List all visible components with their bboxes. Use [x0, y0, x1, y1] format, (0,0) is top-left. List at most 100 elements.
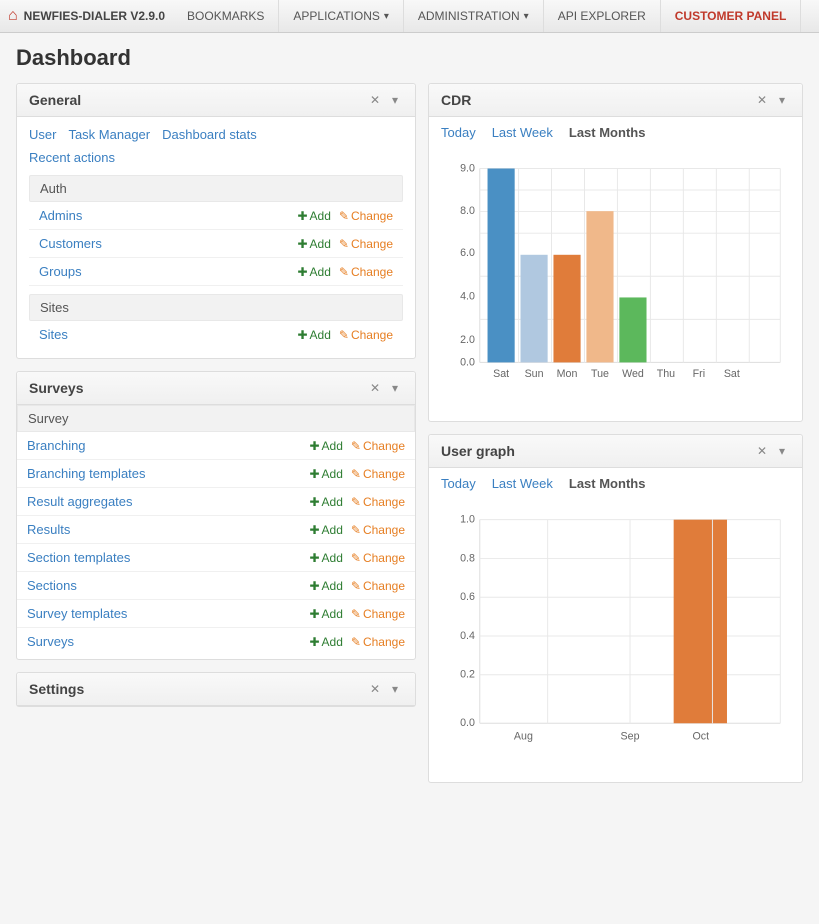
surveys-change-button[interactable]: ✎ Change — [351, 635, 405, 649]
item-survey-templates[interactable]: Survey templates — [27, 606, 127, 621]
home-icon: ⌂ — [8, 7, 18, 25]
nav-tab-applications[interactable]: APPLICATIONS ▾ — [279, 0, 404, 32]
usergraph-bar-oct — [674, 520, 727, 724]
plus-icon: ✚ — [309, 495, 319, 509]
cdr-chart-area: 9.0 8.0 6.0 4.0 2.0 0.0 — [429, 140, 802, 421]
item-groups[interactable]: Groups — [39, 264, 82, 279]
groups-change-button[interactable]: ✎ Change — [339, 265, 393, 279]
sections-change-button[interactable]: ✎ Change — [351, 579, 405, 593]
svg-text:2.0: 2.0 — [460, 334, 475, 346]
table-row: Sections ✚ Add ✎ Change — [17, 572, 415, 600]
plus-icon: ✚ — [297, 209, 307, 223]
settings-panel-header: Settings ✕ ▾ — [17, 673, 415, 706]
results-change-button[interactable]: ✎ Change — [351, 523, 405, 537]
general-panel-header: General ✕ ▾ — [17, 84, 415, 117]
item-sections[interactable]: Sections — [27, 578, 77, 593]
usergraph-panel: User graph ✕ ▾ Today Last Week Last Mont… — [428, 434, 803, 783]
page-content: Dashboard General ✕ ▾ User Task Manager — [0, 33, 819, 807]
general-link-recent-actions[interactable]: Recent actions — [29, 150, 115, 165]
branching-templates-actions: ✚ Add ✎ Change — [309, 467, 405, 481]
item-result-aggregates[interactable]: Result aggregates — [27, 494, 133, 509]
cdr-chart-svg: 9.0 8.0 6.0 4.0 2.0 0.0 — [441, 150, 790, 410]
nav-tab-customer-panel[interactable]: CUSTOMER PANEL — [661, 0, 802, 32]
svg-text:Tue: Tue — [591, 368, 609, 380]
nav-tab-bookmarks[interactable]: BOOKMARKS — [173, 0, 279, 32]
item-sites[interactable]: Sites — [39, 327, 68, 342]
surveys-panel-collapse[interactable]: ▾ — [387, 380, 403, 396]
surveys-add-button[interactable]: ✚ Add — [309, 635, 342, 649]
nav-tab-administration[interactable]: ADMINISTRATION ▾ — [404, 0, 544, 32]
usergraph-tab-last-week[interactable]: Last Week — [492, 476, 553, 491]
customers-add-button[interactable]: ✚ Add — [297, 237, 330, 251]
survey-templates-add-button[interactable]: ✚ Add — [309, 607, 342, 621]
item-results[interactable]: Results — [27, 522, 70, 537]
result-aggregates-add-button[interactable]: ✚ Add — [309, 495, 342, 509]
table-row: Sites ✚ Add ✎ Change — [29, 321, 403, 348]
table-row: Customers ✚ Add ✎ Change — [29, 230, 403, 258]
svg-text:0.6: 0.6 — [460, 591, 475, 603]
surveys-panel-header: Surveys ✕ ▾ — [17, 372, 415, 405]
item-customers[interactable]: Customers — [39, 236, 102, 251]
cdr-bar-wed — [619, 297, 646, 362]
results-add-button[interactable]: ✚ Add — [309, 523, 342, 537]
general-panel-collapse[interactable]: ▾ — [387, 92, 403, 108]
admins-change-button[interactable]: ✎ Change — [339, 209, 393, 223]
admins-add-button[interactable]: ✚ Add — [297, 209, 330, 223]
cdr-bar-sat1 — [488, 169, 515, 363]
sites-change-button[interactable]: ✎ Change — [339, 328, 393, 342]
cdr-panel: CDR ✕ ▾ Today Last Week Last Months — [428, 83, 803, 422]
section-survey-header: Survey — [17, 405, 415, 432]
usergraph-tab-today[interactable]: Today — [441, 476, 476, 491]
survey-templates-change-button[interactable]: ✎ Change — [351, 607, 405, 621]
sections-add-button[interactable]: ✚ Add — [309, 579, 342, 593]
cdr-panel-close[interactable]: ✕ — [754, 92, 770, 108]
cdr-panel-collapse[interactable]: ▾ — [774, 92, 790, 108]
usergraph-chart-svg: 1.0 0.8 0.6 0.4 0.2 0.0 — [441, 501, 790, 771]
edit-icon: ✎ — [351, 467, 361, 481]
general-link-task-manager[interactable]: Task Manager — [68, 127, 150, 142]
section-templates-add-button[interactable]: ✚ Add — [309, 551, 342, 565]
cdr-tab-last-months[interactable]: Last Months — [569, 125, 646, 140]
brand-logo[interactable]: ⌂ NEWFIES-DIALER V2.9.0 — [8, 7, 165, 25]
usergraph-chart-tabs: Today Last Week Last Months — [429, 468, 802, 491]
svg-text:Sun: Sun — [525, 368, 544, 380]
usergraph-chart-area: 1.0 0.8 0.6 0.4 0.2 0.0 — [429, 491, 802, 782]
usergraph-panel-close[interactable]: ✕ — [754, 443, 770, 459]
groups-add-button[interactable]: ✚ Add — [297, 265, 330, 279]
result-aggregates-change-button[interactable]: ✎ Change — [351, 495, 405, 509]
sites-add-button[interactable]: ✚ Add — [297, 328, 330, 342]
edit-icon: ✎ — [339, 265, 349, 279]
svg-text:Mon: Mon — [557, 368, 578, 380]
main-layout: General ✕ ▾ User Task Manager Dashboard … — [16, 83, 803, 795]
item-branching[interactable]: Branching — [27, 438, 86, 453]
cdr-tab-last-week[interactable]: Last Week — [492, 125, 553, 140]
edit-icon: ✎ — [351, 523, 361, 537]
surveys-panel-controls: ✕ ▾ — [367, 380, 403, 396]
item-branching-templates[interactable]: Branching templates — [27, 466, 146, 481]
customers-change-button[interactable]: ✎ Change — [339, 237, 393, 251]
section-templates-change-button[interactable]: ✎ Change — [351, 551, 405, 565]
cdr-tab-today[interactable]: Today — [441, 125, 476, 140]
item-section-templates[interactable]: Section templates — [27, 550, 130, 565]
branching-templates-change-button[interactable]: ✎ Change — [351, 467, 405, 481]
edit-icon: ✎ — [339, 209, 349, 223]
surveys-panel-close[interactable]: ✕ — [367, 380, 383, 396]
svg-text:Oct: Oct — [693, 731, 710, 743]
usergraph-panel-collapse[interactable]: ▾ — [774, 443, 790, 459]
branching-templates-add-button[interactable]: ✚ Add — [309, 467, 342, 481]
general-panel-close[interactable]: ✕ — [367, 92, 383, 108]
svg-text:4.0: 4.0 — [460, 290, 475, 302]
item-admins[interactable]: Admins — [39, 208, 82, 223]
item-surveys[interactable]: Surveys — [27, 634, 74, 649]
settings-panel-close[interactable]: ✕ — [367, 681, 383, 697]
usergraph-tab-last-months[interactable]: Last Months — [569, 476, 646, 491]
settings-panel-collapse[interactable]: ▾ — [387, 681, 403, 697]
branching-add-button[interactable]: ✚ Add — [309, 439, 342, 453]
nav-tab-api-explorer[interactable]: API EXPLORER — [544, 0, 661, 32]
svg-text:1.0: 1.0 — [460, 514, 475, 526]
general-link-user[interactable]: User — [29, 127, 56, 142]
chevron-down-icon: ▾ — [524, 11, 529, 22]
general-link-dashboard-stats[interactable]: Dashboard stats — [162, 127, 257, 142]
general-links: User Task Manager Dashboard stats — [29, 127, 403, 142]
branching-change-button[interactable]: ✎ Change — [351, 439, 405, 453]
